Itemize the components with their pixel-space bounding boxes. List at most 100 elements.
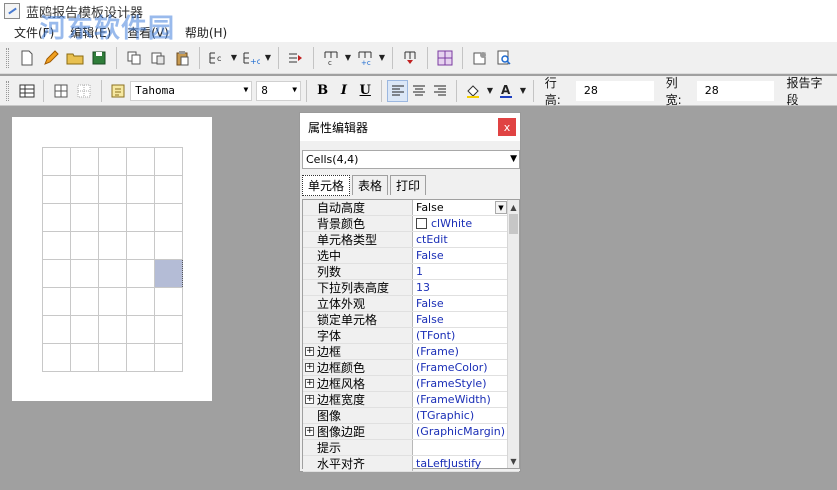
paste-icon[interactable] xyxy=(171,47,193,69)
grid-cell[interactable] xyxy=(154,231,183,260)
property-value[interactable]: taLeftJustify xyxy=(413,456,509,471)
grid-cell[interactable] xyxy=(70,343,99,372)
merge-down-icon[interactable] xyxy=(399,47,421,69)
property-value[interactable]: clWhite xyxy=(413,216,509,231)
font-color-icon[interactable]: A xyxy=(496,80,517,102)
expand-plus-icon[interactable]: + xyxy=(305,379,314,388)
property-value[interactable]: (Frame) xyxy=(413,344,509,359)
property-value[interactable]: (FrameStyle) xyxy=(413,376,509,391)
grid-cell[interactable] xyxy=(98,315,127,344)
property-row[interactable]: + 边框 (Frame) xyxy=(303,344,519,360)
page-setup-icon[interactable] xyxy=(469,47,491,69)
property-row[interactable]: 自动高度 False ▼ xyxy=(303,200,519,216)
property-row[interactable]: 下拉列表高度 13 xyxy=(303,280,519,296)
chevron-down-icon[interactable]: ▼ xyxy=(495,201,507,214)
align-left-button[interactable] xyxy=(386,79,409,102)
font-name-select[interactable]: Tahoma ▼ xyxy=(130,80,253,101)
underline-button[interactable]: U xyxy=(355,80,376,102)
chevron-down-icon[interactable]: ▼ xyxy=(377,47,387,69)
grid-cell[interactable] xyxy=(42,231,71,260)
property-value[interactable] xyxy=(413,440,509,455)
align-right-button[interactable] xyxy=(430,80,451,102)
grid-cell[interactable] xyxy=(126,315,155,344)
font-icon[interactable] xyxy=(108,80,129,102)
grid-cell[interactable] xyxy=(42,259,71,288)
chevron-down-icon[interactable]: ▼ xyxy=(229,47,239,69)
grid-cell[interactable] xyxy=(126,287,155,316)
property-value[interactable]: ctEdit xyxy=(413,232,509,247)
row-height-input[interactable]: 28 xyxy=(575,80,654,101)
new-file-icon[interactable] xyxy=(16,47,38,69)
grid-cell[interactable] xyxy=(126,203,155,232)
print-preview-icon[interactable] xyxy=(493,47,515,69)
grid-cell[interactable] xyxy=(126,231,155,260)
expand-plus-icon[interactable]: + xyxy=(305,347,314,356)
table-props-icon[interactable] xyxy=(16,80,37,102)
grid-cell[interactable] xyxy=(98,287,127,316)
chevron-down-icon[interactable]: ▼ xyxy=(485,80,495,102)
toolbar-grip[interactable] xyxy=(6,80,9,101)
grid-cell[interactable] xyxy=(126,175,155,204)
grid-cell[interactable] xyxy=(154,147,183,176)
chevron-down-icon[interactable]: ▼ xyxy=(343,47,353,69)
grid-cell[interactable] xyxy=(126,259,155,288)
tab-cell[interactable]: 单元格 xyxy=(302,175,351,196)
grid-cell[interactable] xyxy=(98,203,127,232)
grid-cell[interactable] xyxy=(98,147,127,176)
cell-merge-icon[interactable] xyxy=(434,47,456,69)
col-width-input[interactable]: 28 xyxy=(696,80,775,101)
property-row[interactable]: + 边框宽度 (FrameWidth) xyxy=(303,392,519,408)
fill-color-icon[interactable] xyxy=(463,80,484,102)
insert-row-icon[interactable]: c xyxy=(206,47,228,69)
grid-cell[interactable] xyxy=(154,315,183,344)
property-row[interactable]: + 边框风格 (FrameStyle) xyxy=(303,376,519,392)
property-row[interactable]: 背景颜色 clWhite xyxy=(303,216,519,232)
grid-cell[interactable] xyxy=(154,287,183,316)
grid-cell[interactable] xyxy=(70,231,99,260)
grid-cell[interactable] xyxy=(70,147,99,176)
expand-plus-icon[interactable]: + xyxy=(305,395,314,404)
tab-print[interactable]: 打印 xyxy=(390,175,427,195)
property-value[interactable]: 1 xyxy=(413,264,509,279)
menu-file[interactable]: 文件(F) xyxy=(6,24,62,41)
property-row[interactable]: + 边框颜色 (FrameColor) xyxy=(303,360,519,376)
font-size-select[interactable]: 8 ▼ xyxy=(256,80,302,101)
property-value[interactable]: (FrameWidth) xyxy=(413,392,509,407)
merge-right-icon[interactable] xyxy=(285,47,307,69)
italic-button[interactable]: I xyxy=(333,80,354,102)
close-button[interactable]: x xyxy=(498,118,516,136)
grid-cell[interactable] xyxy=(42,175,71,204)
insert-col-icon[interactable]: c xyxy=(320,47,342,69)
property-row[interactable]: 立体外观 False xyxy=(303,296,519,312)
grid-cell[interactable] xyxy=(42,343,71,372)
expand-plus-icon[interactable]: + xyxy=(305,363,314,372)
report-field-button[interactable]: 报告字段 xyxy=(786,74,833,108)
grid-cell[interactable] xyxy=(70,203,99,232)
grid-cell[interactable] xyxy=(98,231,127,260)
property-value[interactable]: False xyxy=(413,312,509,327)
grid-cell[interactable] xyxy=(42,287,71,316)
tab-table[interactable]: 表格 xyxy=(352,175,389,195)
property-row[interactable]: 图像 (TGraphic) xyxy=(303,408,519,424)
property-editor-titlebar[interactable]: 属性编辑器 x xyxy=(300,113,520,141)
chevron-down-icon[interactable]: ▼ xyxy=(263,47,273,69)
copy-icon[interactable] xyxy=(123,47,145,69)
copy-format-icon[interactable] xyxy=(147,47,169,69)
chevron-down-icon[interactable]: ▼ xyxy=(518,80,528,102)
scroll-thumb[interactable] xyxy=(509,214,518,234)
grid-cell[interactable] xyxy=(154,203,183,232)
grid-cell[interactable] xyxy=(42,203,71,232)
property-row[interactable]: 列数 1 xyxy=(303,264,519,280)
open-folder-icon[interactable] xyxy=(64,47,86,69)
grid-cell[interactable] xyxy=(70,315,99,344)
align-center-button[interactable] xyxy=(408,80,429,102)
property-row[interactable]: 选中 False xyxy=(303,248,519,264)
property-scrollbar[interactable]: ▲ ▼ xyxy=(507,200,519,468)
grid-cell[interactable] xyxy=(126,147,155,176)
grid-cell[interactable] xyxy=(98,343,127,372)
grid-cell[interactable] xyxy=(70,287,99,316)
property-row[interactable]: 字体 (TFont) xyxy=(303,328,519,344)
grid-cell[interactable] xyxy=(42,315,71,344)
delete-col-icon[interactable]: +c xyxy=(354,47,376,69)
property-value[interactable]: False xyxy=(413,296,509,311)
